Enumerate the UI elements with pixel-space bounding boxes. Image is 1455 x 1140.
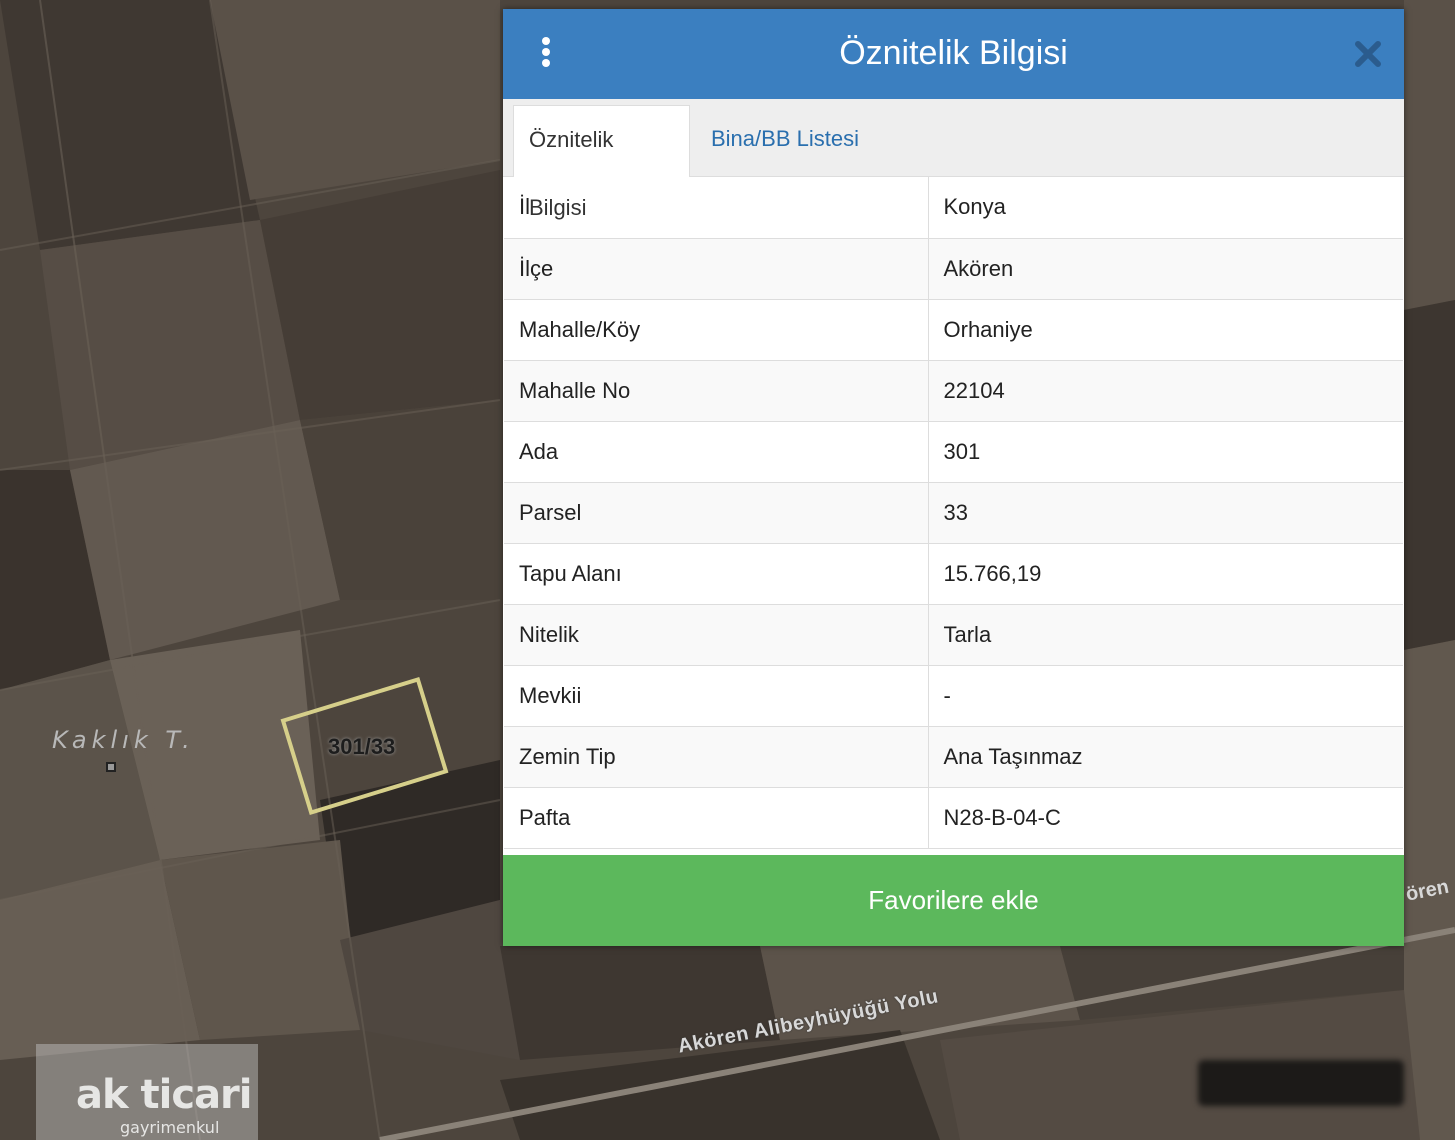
add-to-favorites-button[interactable]: Favorilere ekle [503,855,1404,946]
tab-building-list[interactable]: Bina/BB Listesi [696,105,874,176]
table-row: İlçe Akören [504,238,1403,300]
tab-attribute-info[interactable]: Öznitelik Bilgisi [513,105,690,220]
table-row: Zemin Tip Ana Taşınmaz [504,726,1403,788]
logo-sub-text: gayrimenkul [120,1118,220,1137]
watermark-logo: ak ticari gayrimenkul [36,1044,258,1140]
parcel-label: 301/33 [328,734,396,759]
table-row: İl Konya [504,177,1403,239]
table-row: Nitelik Tarla [504,604,1403,666]
row-key: İlçe [504,238,929,300]
attribute-table: İl Konya İlçe Akören Mahalle/Köy Orhaniye M… [504,177,1403,849]
redacted-area [1198,1060,1404,1106]
table-row: Parsel 33 [504,482,1403,544]
table-row: Mevkii - [504,665,1403,727]
table-row: Ada 301 [504,421,1403,483]
row-value: Konya [928,177,1403,239]
row-value: 301 [928,421,1403,483]
row-key: Nitelik [504,604,929,666]
row-value: 22104 [928,360,1403,422]
row-value: N28-B-04-C [928,787,1403,849]
logo-main-text: ak ticari [76,1072,252,1118]
row-value: 15.766,19 [928,543,1403,605]
row-key: Mevkii [504,665,929,727]
row-value: - [928,665,1403,727]
close-icon[interactable] [1353,39,1383,69]
place-marker-icon [106,762,116,772]
table-row: Pafta N28-B-04-C [504,787,1403,849]
place-label: Kaklık T. [52,726,195,754]
row-key: Zemin Tip [504,726,929,788]
row-key: Ada [504,421,929,483]
row-key: Tapu Alanı [504,543,929,605]
row-value: Orhaniye [928,299,1403,361]
panel-header: Öznitelik Bilgisi [503,9,1404,99]
row-value: Tarla [928,604,1403,666]
attribute-info-panel: Öznitelik Bilgisi Öznitelik Bilgisi Bina… [503,9,1404,946]
row-key: Mahalle No [504,360,929,422]
row-value: Akören [928,238,1403,300]
row-key: Parsel [504,482,929,544]
tabs-bar: Öznitelik Bilgisi Bina/BB Listesi [503,99,1404,220]
row-key: Mahalle/Köy [504,299,929,361]
table-row: Mahalle/Köy Orhaniye [504,299,1403,361]
row-key: Pafta [504,787,929,849]
row-value: 33 [928,482,1403,544]
row-value: Ana Taşınmaz [928,726,1403,788]
table-row: Tapu Alanı 15.766,19 [504,543,1403,605]
table-row: Mahalle No 22104 [504,360,1403,422]
panel-title: Öznitelik Bilgisi [839,34,1068,72]
row-key: İl [504,177,929,239]
